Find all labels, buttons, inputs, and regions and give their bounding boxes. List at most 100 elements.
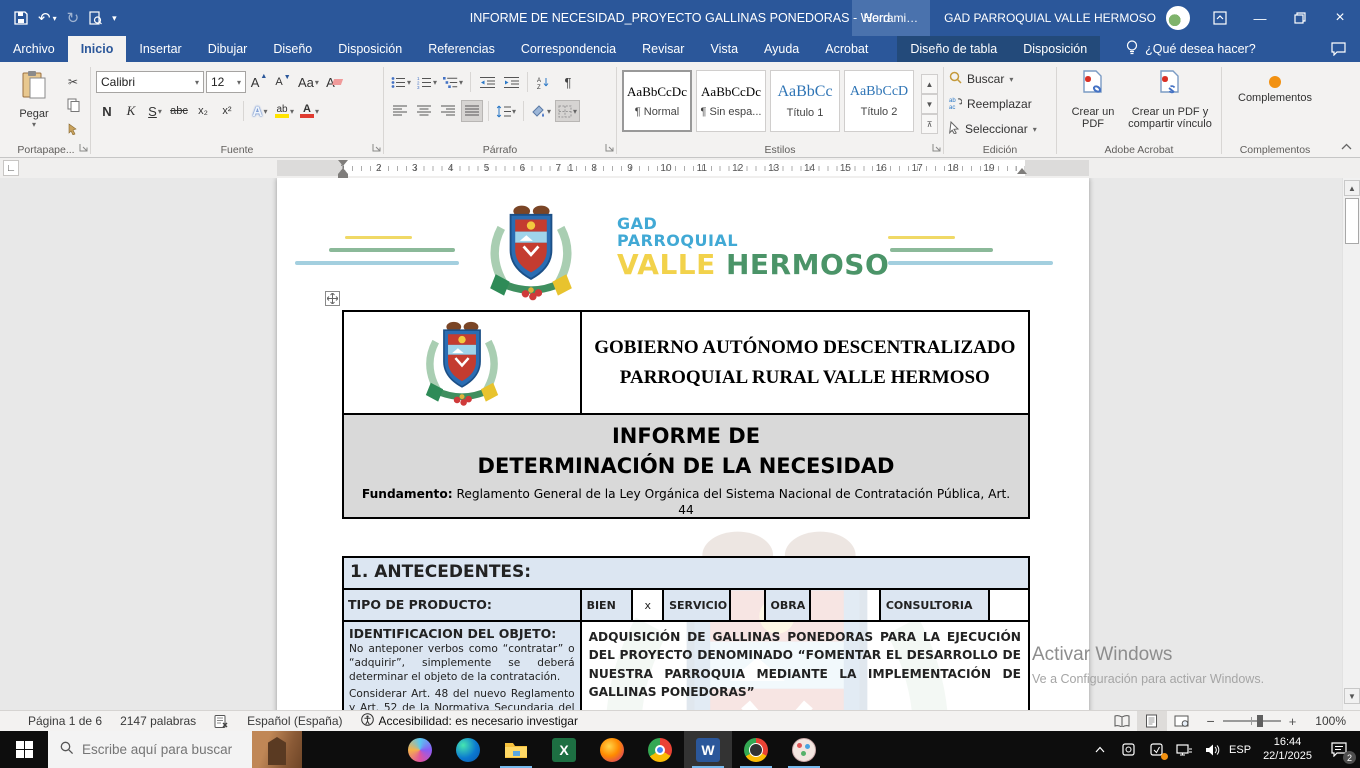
scrollbar-thumb[interactable]: [1345, 198, 1359, 244]
tray-show-hidden-icons[interactable]: [1087, 731, 1113, 768]
tab-vista[interactable]: Vista: [697, 36, 751, 62]
servicio-mark-cell[interactable]: [731, 590, 766, 622]
format-painter-button[interactable]: [61, 118, 85, 138]
volume-icon[interactable]: [1199, 731, 1225, 768]
report-title-cell[interactable]: INFORME DE DETERMINACIÓN DE LA NECESIDAD…: [344, 415, 1028, 517]
customize-qat-button[interactable]: ▾: [112, 13, 117, 24]
style-titulo-2[interactable]: AaBbCcD Título 2: [844, 70, 914, 132]
tipo-producto-label-cell[interactable]: TIPO DE PRODUCTO:: [344, 590, 582, 622]
print-layout-button[interactable]: [1137, 711, 1167, 731]
font-size-combobox[interactable]: 12▾: [206, 71, 246, 93]
multilevel-list-button[interactable]: ▾: [441, 71, 465, 93]
align-right-button[interactable]: [437, 100, 459, 122]
bien-header-cell[interactable]: BIEN: [582, 590, 634, 622]
page-indicator[interactable]: Página 1 de 6: [0, 714, 111, 728]
consultoria-mark-cell[interactable]: [990, 590, 1028, 622]
copy-button[interactable]: [61, 95, 85, 115]
collapse-ribbon-button[interactable]: [1341, 143, 1352, 154]
repeat-button[interactable]: ↻: [67, 9, 80, 27]
bold-button[interactable]: N: [96, 100, 118, 122]
comment-icon[interactable]: [1331, 36, 1346, 62]
taskbar-paint-icon[interactable]: [780, 731, 828, 768]
line-spacing-button[interactable]: ▾: [494, 100, 518, 122]
tab-dibujar[interactable]: Dibujar: [195, 36, 261, 62]
tab-disposicion-tabla[interactable]: Disposición: [1010, 36, 1100, 62]
action-center-icon[interactable]: 2: [1322, 731, 1356, 768]
tab-referencias[interactable]: Referencias: [415, 36, 508, 62]
consultoria-header-cell[interactable]: CONSULTORIA: [881, 590, 990, 622]
objeto-value-cell[interactable]: ADQUISICIÓN DE GALLINAS PONEDORAS PARA L…: [582, 622, 1028, 710]
start-button[interactable]: [0, 731, 48, 768]
servicio-header-cell[interactable]: SERVICIO: [664, 590, 731, 622]
taskbar-firefox-icon[interactable]: [588, 731, 636, 768]
proofing-status-icon[interactable]: [205, 714, 238, 728]
addins-button[interactable]: Complementos: [1227, 66, 1323, 142]
text-highlight-button[interactable]: ab▾: [273, 100, 296, 122]
tab-ayuda[interactable]: Ayuda: [751, 36, 812, 62]
tray-snip-icon[interactable]: [1115, 731, 1141, 768]
font-family-combobox[interactable]: Calibri▾: [96, 71, 204, 93]
strikethrough-button[interactable]: abc: [168, 100, 190, 122]
header-table[interactable]: GOBIERNO AUTÓNOMO DESCENTRALIZADO PARROQ…: [342, 310, 1030, 519]
language-indicator[interactable]: Español (España): [238, 714, 351, 728]
justify-button[interactable]: [461, 100, 483, 122]
scroll-down-arrow[interactable]: ▼: [1344, 688, 1360, 704]
underline-button[interactable]: S▾: [144, 100, 166, 122]
replace-button[interactable]: abac Reemplazar: [949, 94, 1051, 115]
tab-archivo[interactable]: Archivo: [0, 36, 68, 62]
restore-button[interactable]: [1280, 0, 1320, 36]
bullet-list-button[interactable]: ▾: [389, 71, 413, 93]
tab-disposicion[interactable]: Disposición: [325, 36, 415, 62]
grow-font-button[interactable]: A▲: [248, 71, 270, 93]
style-sin-espaciado[interactable]: AaBbCcDc ¶ Sin espa...: [696, 70, 766, 132]
tab-revisar[interactable]: Revisar: [629, 36, 697, 62]
scroll-up-arrow[interactable]: ▲: [1344, 180, 1360, 196]
change-case-button[interactable]: Aa▾: [296, 71, 321, 93]
paste-button[interactable]: Pegar ▾: [7, 66, 61, 142]
sort-button[interactable]: AZ: [533, 71, 555, 93]
decrease-indent-button[interactable]: [476, 71, 498, 93]
read-mode-button[interactable]: [1107, 711, 1137, 731]
paragraph-dialog-launcher[interactable]: [605, 141, 614, 155]
zoom-in-button[interactable]: +: [1289, 714, 1297, 729]
tray-network-icon[interactable]: [1171, 731, 1197, 768]
taskbar-excel-icon[interactable]: X: [540, 731, 588, 768]
tab-insertar[interactable]: Insertar: [126, 36, 194, 62]
document-page[interactable]: GAD PARROQUIAL VALLE HERMOSO GOBIERNO AU…: [277, 178, 1089, 710]
org-name-cell[interactable]: GOBIERNO AUTÓNOMO DESCENTRALIZADO PARROQ…: [582, 312, 1028, 415]
style-normal[interactable]: AaBbCcDc ¶ Normal: [622, 70, 692, 132]
styles-scroll-up-button[interactable]: ▲: [921, 74, 938, 94]
clear-formatting-button[interactable]: A: [323, 71, 345, 93]
tab-diseno[interactable]: Diseño: [260, 36, 325, 62]
font-color-button[interactable]: A▾: [298, 100, 321, 122]
taskbar-chrome-icon[interactable]: [636, 731, 684, 768]
ribbon-display-options-button[interactable]: [1200, 0, 1240, 36]
table-move-handle[interactable]: [325, 291, 340, 306]
styles-dialog-launcher[interactable]: [932, 141, 941, 155]
style-titulo-1[interactable]: AaBbCc Título 1: [770, 70, 840, 132]
italic-button[interactable]: K: [120, 100, 142, 122]
right-indent-marker[interactable]: [1017, 168, 1027, 174]
tab-diseno-de-tabla[interactable]: Diseño de tabla: [897, 36, 1010, 62]
taskbar-search[interactable]: [48, 731, 302, 768]
superscript-button[interactable]: x²: [216, 100, 238, 122]
undo-button[interactable]: ↶▾: [38, 9, 57, 27]
bien-mark-cell[interactable]: x: [633, 590, 664, 622]
text-effects-button[interactable]: A▾: [249, 100, 271, 122]
select-button[interactable]: Seleccionar ▾: [949, 119, 1051, 140]
language-badge[interactable]: ESP: [1227, 731, 1253, 768]
save-icon[interactable]: [14, 11, 28, 25]
find-button[interactable]: Buscar ▾: [949, 69, 1051, 90]
account-name[interactable]: GAD PARROQUIAL VALLE HERMOSO: [944, 11, 1156, 25]
subscript-button[interactable]: x₂: [192, 100, 214, 122]
tab-inicio[interactable]: Inicio: [68, 36, 127, 62]
taskbar-edge-icon[interactable]: [444, 731, 492, 768]
obra-header-cell[interactable]: OBRA: [766, 590, 812, 622]
create-pdf-button[interactable]: Crear un PDF: [1062, 66, 1124, 142]
styles-more-button[interactable]: ⊼: [921, 114, 938, 134]
taskbar-file-explorer-icon[interactable]: [492, 731, 540, 768]
taskbar-copilot-icon[interactable]: [396, 731, 444, 768]
accessibility-status[interactable]: Accesibilidad: es necesario investigar: [352, 713, 587, 729]
numbered-list-button[interactable]: 123▾: [415, 71, 439, 93]
align-left-button[interactable]: [389, 100, 411, 122]
